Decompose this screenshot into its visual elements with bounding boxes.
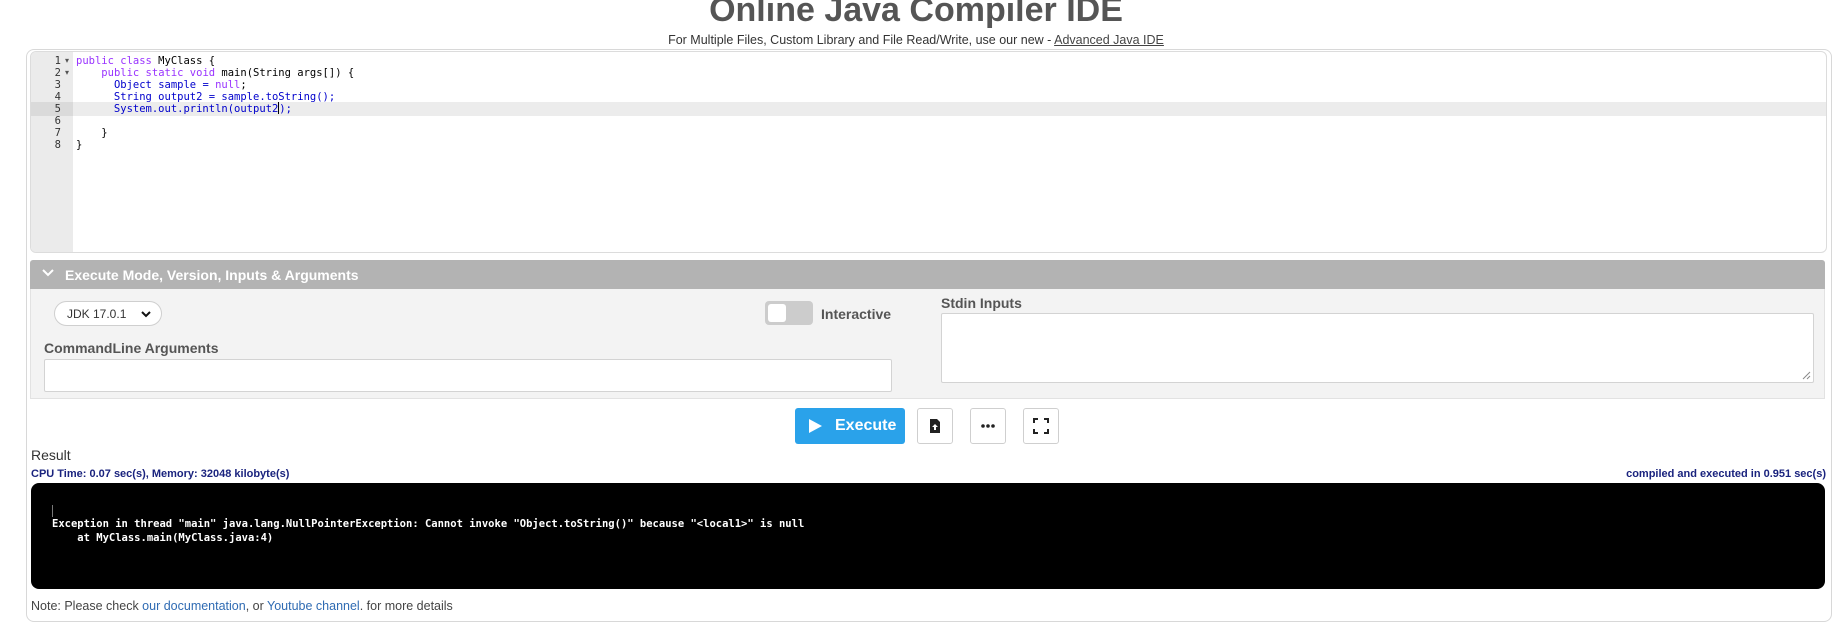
execute-button[interactable]: Execute (795, 408, 905, 444)
output-console[interactable]: Exception in thread "main" java.lang.Nul… (31, 483, 1825, 589)
chevron-down-icon (42, 269, 54, 277)
output-text: Exception in thread "main" java.lang.Nul… (52, 518, 805, 544)
chevron-down-icon (141, 311, 151, 318)
interactive-toggle[interactable] (765, 301, 813, 325)
resize-grip-icon[interactable] (1802, 371, 1811, 380)
ellipsis-icon (981, 424, 995, 428)
code-editor[interactable]: 1 ▾ 2 ▾ 3 4 5 6 7 8 public class MyClass… (30, 51, 1827, 253)
fullscreen-button[interactable] (1023, 408, 1059, 444)
note-prefix: Note: Please check (31, 599, 143, 613)
code-line-8[interactable]: } (76, 138, 82, 152)
youtube-channel-link[interactable]: Youtube channel (267, 599, 360, 613)
execute-options-header[interactable]: Execute Mode, Version, Inputs & Argument… (30, 260, 1825, 289)
page-subtitle: For Multiple Files, Custom Library and F… (0, 33, 1832, 47)
play-icon (809, 419, 822, 433)
stdin-input[interactable] (941, 313, 1814, 383)
commandline-args-input[interactable] (44, 359, 892, 392)
footer-note: Note: Please check our documentation, or… (31, 599, 453, 613)
jdk-version-select[interactable]: JDK 17.0.1 (54, 301, 162, 326)
upload-file-button[interactable] (917, 408, 953, 444)
code-text: ); (279, 103, 292, 115)
documentation-link[interactable]: our documentation (142, 599, 246, 613)
commandline-label: CommandLine Arguments (44, 340, 219, 356)
fold-arrow-icon[interactable]: ▾ (63, 66, 71, 80)
file-upload-icon (930, 419, 940, 433)
note-middle: , or (245, 599, 268, 613)
cpu-time-stats: CPU Time: 0.07 sec(s), Memory: 32048 kil… (31, 468, 290, 480)
toggle-knob (768, 304, 786, 322)
interactive-label: Interactive (821, 306, 892, 322)
code-line-5[interactable]: System.out.println(output2); (76, 102, 292, 116)
stdin-label: Stdin Inputs (941, 295, 1022, 311)
expand-icon (1033, 418, 1049, 434)
editor-gutter: 1 ▾ 2 ▾ 3 4 5 6 7 8 (31, 52, 73, 252)
execute-options-title: Execute Mode, Version, Inputs & Argument… (65, 267, 359, 283)
jdk-version-value: JDK 17.0.1 (67, 307, 127, 321)
page-title: Online Java Compiler IDE (709, 0, 1123, 29)
note-suffix: . for more details (359, 599, 453, 613)
console-caret (52, 505, 53, 517)
subtitle-text: For Multiple Files, Custom Library and F… (668, 33, 1055, 47)
line-number: 8 (54, 139, 61, 151)
compile-time-stats: compiled and executed in 0.951 sec(s) (1626, 468, 1826, 480)
result-label: Result (31, 447, 71, 463)
advanced-ide-link[interactable]: Advanced Java IDE (1054, 33, 1164, 47)
code-text: System.out.println(output2 (76, 103, 279, 115)
active-line-highlight (73, 102, 1826, 116)
more-options-button[interactable] (970, 408, 1006, 444)
execute-label: Execute (835, 417, 897, 434)
